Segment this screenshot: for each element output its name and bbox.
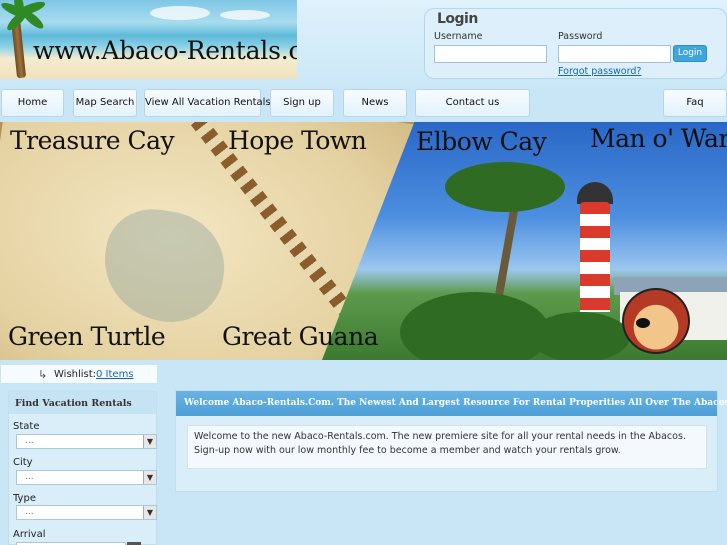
login-button[interactable]: Login: [673, 45, 707, 62]
site-logo[interactable]: www.Abaco-Rentals.com: [0, 0, 297, 79]
chevron-down-icon[interactable]: ▼: [143, 435, 156, 448]
town-label-treasure-cay: Treasure Cay: [10, 126, 175, 155]
type-select[interactable]: ... ▼: [16, 505, 157, 520]
find-rentals-panel: Find Vacation Rentals State ... ▼ City .…: [8, 391, 157, 545]
pirate-mascot-icon: [622, 288, 690, 354]
type-label: Type: [13, 493, 36, 504]
town-label-man-o-war: Man o' War: [590, 124, 727, 153]
town-label-green-turtle: Green Turtle: [8, 322, 166, 351]
town-label-elbow-cay: Elbow Cay: [416, 127, 547, 156]
wishlist-label: Wishlist:: [54, 369, 97, 380]
foliage: [530, 312, 630, 360]
state-select-value: ...: [25, 436, 34, 446]
username-input[interactable]: [434, 45, 547, 63]
nav-map-search[interactable]: Map Search: [73, 89, 137, 117]
password-label: Password: [558, 31, 603, 42]
arrival-label: Arrival: [13, 529, 46, 540]
type-select-value: ...: [25, 507, 34, 517]
password-input[interactable]: [558, 45, 671, 63]
town-label-hope-town: Hope Town: [228, 126, 367, 155]
header: www.Abaco-Rentals.com Login Username Pas…: [0, 0, 727, 84]
chevron-down-icon[interactable]: ▼: [143, 471, 156, 484]
nav-contact-us[interactable]: Contact us: [415, 89, 530, 117]
wishlist-items-link[interactable]: 0 Items: [96, 369, 134, 380]
nav-faq[interactable]: Faq: [663, 89, 727, 117]
forgot-password-link[interactable]: Forgot password?: [558, 66, 641, 77]
wishlist-icon[interactable]: ↳: [38, 368, 47, 381]
nav-home[interactable]: Home: [1, 89, 64, 117]
welcome-text: Welcome to the new Abaco-Rentals.com. Th…: [187, 425, 707, 469]
cloud-decoration: [220, 10, 270, 20]
logo-text: www.Abaco-Rentals.com: [33, 36, 297, 65]
city-label: City: [13, 457, 33, 468]
nav-view-all-rentals[interactable]: View All Vacation Rentals: [144, 89, 271, 117]
lighthouse-tower: [580, 202, 610, 312]
city-select-value: ...: [25, 472, 34, 482]
welcome-title: Welcome Abaco-Rentals.Com. The Newest An…: [176, 391, 727, 416]
state-select[interactable]: ... ▼: [16, 434, 157, 449]
map-sea: [97, 203, 232, 329]
town-label-great-guana: Great Guana: [222, 322, 379, 351]
login-panel: Login Username Password Login Forgot pas…: [424, 8, 727, 79]
nav-news[interactable]: News: [343, 89, 407, 117]
state-label: State: [13, 421, 40, 432]
wishlist-bar: ↳ Wishlist: 0 Items: [0, 364, 158, 384]
find-rentals-title: Find Vacation Rentals: [9, 392, 156, 414]
username-label: Username: [434, 31, 483, 42]
login-title: Login: [437, 11, 478, 27]
cloud-decoration: [150, 6, 210, 20]
eye-patch-icon: [636, 318, 650, 328]
welcome-panel: Welcome Abaco-Rentals.Com. The Newest An…: [175, 390, 727, 492]
city-select[interactable]: ... ▼: [16, 470, 157, 485]
nav-sign-up[interactable]: Sign up: [270, 89, 334, 117]
chevron-down-icon[interactable]: ▼: [143, 506, 156, 519]
palm-canopy: [445, 162, 565, 212]
